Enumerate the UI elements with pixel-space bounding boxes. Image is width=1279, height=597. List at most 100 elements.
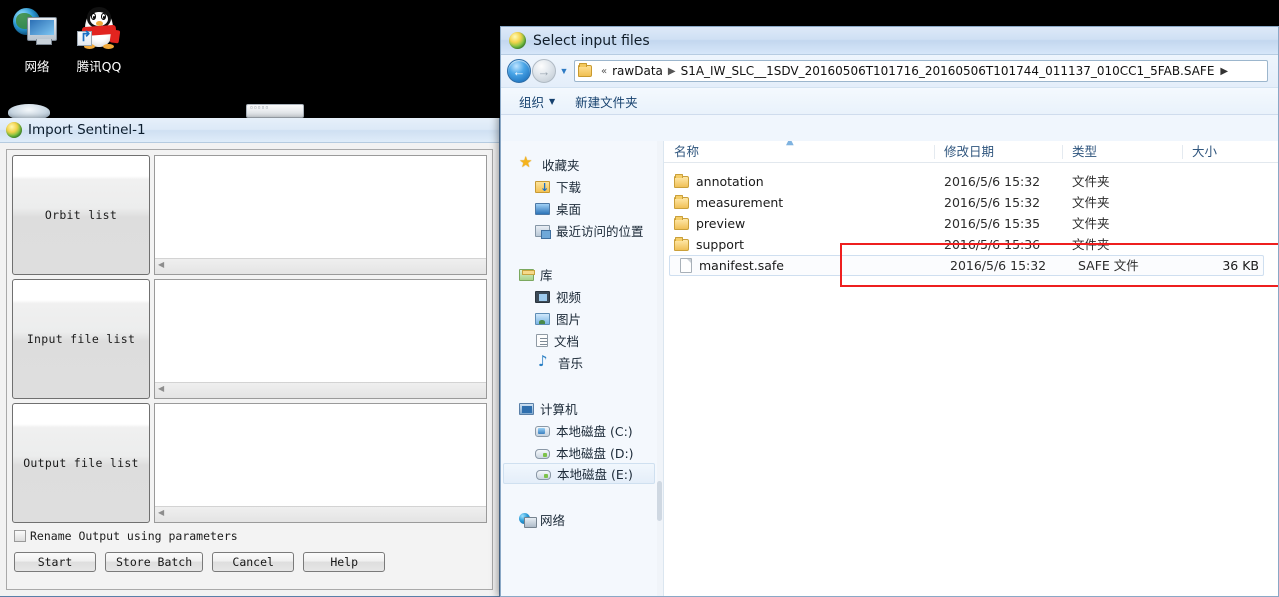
file-size bbox=[1182, 213, 1267, 234]
globe-icon bbox=[509, 32, 526, 49]
sidebar-label: 库 bbox=[540, 267, 553, 283]
orbit-list-area[interactable] bbox=[154, 155, 487, 275]
breadcrumb-separator-icon: ▶ bbox=[667, 65, 676, 77]
hard-disk-icon bbox=[535, 426, 550, 437]
input-file-list-hscrollbar[interactable] bbox=[155, 382, 486, 398]
network-icon bbox=[519, 513, 537, 528]
file-name-cell: preview bbox=[664, 215, 934, 231]
dialog-titlebar[interactable]: Select input files bbox=[501, 27, 1278, 55]
sidebar-item-favorites[interactable]: 收藏夹 bbox=[501, 153, 663, 175]
sidebar-item-network[interactable]: 网络 bbox=[501, 508, 663, 530]
file-icon bbox=[680, 258, 692, 273]
output-file-list-button[interactable]: Output file list bbox=[12, 403, 150, 523]
forward-button[interactable]: → bbox=[532, 59, 556, 83]
cancel-button[interactable]: Cancel bbox=[212, 552, 295, 572]
file-name-cell: annotation bbox=[664, 173, 934, 189]
table-row[interactable]: measurement 2016/5/6 15:32 文件夹 bbox=[664, 192, 1278, 213]
sidebar-group-network: 网络 bbox=[501, 508, 663, 530]
library-icon bbox=[519, 269, 535, 281]
chevron-down-icon: ▼ bbox=[549, 96, 556, 106]
breadcrumb-item-safe[interactable]: S1A_IW_SLC__1SDV_20160506T101716_2016050… bbox=[681, 64, 1215, 78]
start-button[interactable]: Start bbox=[14, 552, 96, 572]
new-folder-button[interactable]: 新建文件夹 bbox=[575, 92, 638, 111]
output-file-list-area[interactable] bbox=[154, 403, 487, 523]
sidebar-label: 视频 bbox=[556, 289, 582, 305]
rename-output-checkbox[interactable] bbox=[14, 530, 26, 542]
downloads-icon bbox=[535, 181, 550, 194]
output-file-list-label: Output file list bbox=[23, 456, 139, 470]
column-header-size[interactable]: 大小 bbox=[1182, 141, 1267, 163]
breadcrumb-item-rawdata[interactable]: rawData bbox=[612, 64, 663, 78]
table-row[interactable]: manifest.safe 2016/5/6 15:32 SAFE 文件 36 … bbox=[669, 255, 1264, 276]
column-label: 类型 bbox=[1072, 143, 1098, 159]
sidebar-item-pictures[interactable]: 图片 bbox=[501, 307, 663, 329]
sidebar-item-music[interactable]: 音乐 bbox=[501, 351, 663, 373]
sidebar-label: 桌面 bbox=[556, 201, 582, 217]
disk-icon bbox=[535, 448, 550, 459]
recent-pages-dropdown[interactable]: ▼ bbox=[557, 66, 571, 76]
sidebar-item-computer[interactable]: 计算机 bbox=[501, 397, 663, 419]
sidebar-item-recent-places[interactable]: 最近访问的位置 bbox=[501, 219, 663, 241]
sidebar-item-videos[interactable]: 视频 bbox=[501, 285, 663, 307]
back-button[interactable]: ← bbox=[507, 59, 531, 83]
sidebar-scrollbar[interactable] bbox=[657, 141, 663, 596]
help-button[interactable]: Help bbox=[303, 552, 386, 572]
orbit-list-button[interactable]: Orbit list bbox=[12, 155, 150, 275]
output-file-list-row: Output file list bbox=[12, 403, 487, 523]
disk-icon bbox=[536, 470, 551, 480]
sidebar-scrollbar-thumb[interactable] bbox=[657, 481, 662, 521]
sidebar-label: 最近访问的位置 bbox=[556, 223, 644, 239]
column-header-modified[interactable]: 修改日期 bbox=[934, 141, 1062, 163]
column-label: 名称 bbox=[674, 143, 700, 159]
store-batch-button-label: Store Batch bbox=[116, 555, 193, 569]
help-button-label: Help bbox=[330, 555, 359, 569]
organize-label: 组织 bbox=[519, 94, 545, 110]
breadcrumb-overflow-icon[interactable]: « bbox=[601, 66, 607, 77]
breadcrumb-expand-icon[interactable]: ▶ bbox=[1220, 66, 1228, 77]
sidebar-item-downloads[interactable]: 下载 bbox=[501, 175, 663, 197]
file-name: annotation bbox=[696, 174, 764, 189]
folder-icon bbox=[674, 173, 689, 188]
orbit-list-hscrollbar[interactable] bbox=[155, 258, 486, 274]
input-file-list-button[interactable]: Input file list bbox=[12, 279, 150, 399]
sidebar-item-disk-e[interactable]: 本地磁盘 (E:) bbox=[503, 463, 655, 484]
store-batch-button[interactable]: Store Batch bbox=[105, 552, 204, 572]
select-input-files-dialog: Select input files ← → ▼ « rawData ▶ S1A… bbox=[500, 26, 1279, 597]
table-row[interactable]: preview 2016/5/6 15:35 文件夹 bbox=[664, 213, 1278, 234]
star-icon bbox=[519, 153, 536, 172]
file-size: 36 KB bbox=[1222, 258, 1259, 273]
table-row[interactable]: support 2016/5/6 15:36 文件夹 bbox=[664, 234, 1278, 255]
import-sentinel1-titlebar[interactable]: Import Sentinel-1 bbox=[0, 118, 499, 143]
sidebar-item-libraries[interactable]: 库 bbox=[501, 263, 663, 285]
column-header-name[interactable]: 名称 bbox=[664, 141, 934, 163]
sidebar-item-documents[interactable]: 文档 bbox=[501, 329, 663, 351]
import-sentinel1-body: Orbit list Input file list Output file l… bbox=[6, 149, 493, 590]
file-modified: 2016/5/6 15:32 bbox=[944, 174, 1041, 189]
partially-hidden-desktop-icon-b[interactable] bbox=[246, 103, 304, 118]
address-bar[interactable]: « rawData ▶ S1A_IW_SLC__1SDV_20160506T10… bbox=[574, 60, 1268, 82]
organize-menu-button[interactable]: 组织 ▼ bbox=[519, 92, 555, 111]
desktop-icon-qq[interactable]: 腾讯QQ bbox=[62, 6, 136, 75]
computer-icon bbox=[519, 403, 534, 415]
input-file-list-area[interactable] bbox=[154, 279, 487, 399]
table-row[interactable]: annotation 2016/5/6 15:32 文件夹 bbox=[664, 171, 1278, 192]
sidebar-item-disk-d[interactable]: 本地磁盘 (D:) bbox=[501, 441, 663, 463]
back-arrow-icon: ← bbox=[512, 63, 526, 79]
sidebar-item-desktop[interactable]: 桌面 bbox=[501, 197, 663, 219]
file-type: SAFE 文件 bbox=[1078, 258, 1139, 273]
dialog-main-area: 收藏夹 下载 桌面 最近访问的位置 bbox=[501, 141, 1278, 596]
file-list-spacer bbox=[664, 163, 1278, 171]
documents-icon bbox=[536, 334, 548, 347]
cancel-button-label: Cancel bbox=[232, 555, 274, 569]
column-header-type[interactable]: 类型 bbox=[1062, 141, 1182, 163]
rename-output-checkbox-row[interactable]: Rename Output using parameters bbox=[14, 529, 487, 543]
orbit-list-label: Orbit list bbox=[44, 208, 118, 222]
forward-arrow-icon: → bbox=[537, 63, 551, 79]
orbit-list-row: Orbit list bbox=[12, 155, 487, 275]
file-name-cell: manifest.safe bbox=[670, 258, 940, 273]
import-sentinel1-window: Import Sentinel-1 Orbit list Input file … bbox=[0, 118, 500, 597]
output-file-list-hscrollbar[interactable] bbox=[155, 506, 486, 522]
sidebar-item-disk-c[interactable]: 本地磁盘 (C:) bbox=[501, 419, 663, 441]
sidebar-label: 图片 bbox=[556, 311, 582, 327]
file-modified: 2016/5/6 15:32 bbox=[950, 258, 1047, 273]
